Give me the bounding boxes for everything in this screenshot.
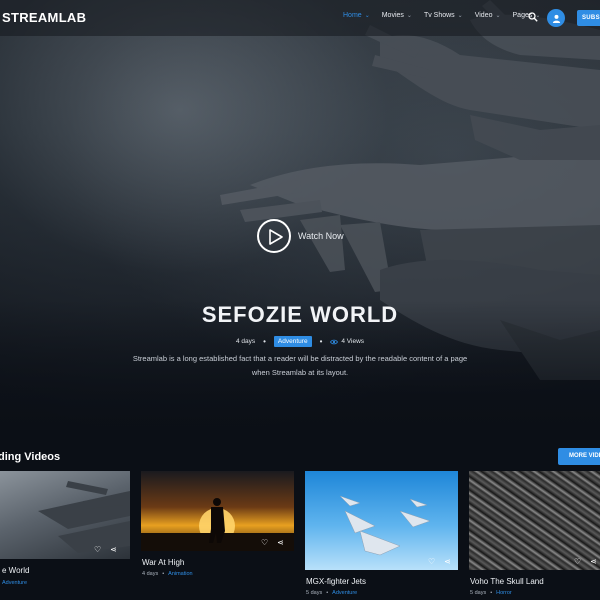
card-genre[interactable]: Adventure (2, 580, 27, 586)
chevron-down-icon: ⌄ (457, 13, 463, 19)
genre-badge[interactable]: Adventure (273, 336, 312, 347)
heart-icon[interactable]: ♡ (574, 557, 581, 566)
card-title[interactable]: MGX-fighter Jets (306, 577, 366, 586)
heart-icon[interactable]: ♡ (261, 538, 268, 547)
heart-icon[interactable]: ♡ (428, 557, 435, 566)
thumbnail-image (339, 495, 431, 556)
user-icon (552, 14, 560, 23)
section-title: ding Videos (0, 451, 61, 463)
play-icon (269, 229, 283, 245)
separator-dot: • (162, 571, 165, 577)
heart-icon[interactable]: ♡ (94, 545, 101, 554)
hero-views: 4 Views (330, 338, 364, 345)
eye-icon (330, 339, 339, 344)
user-avatar-button[interactable] (547, 9, 565, 27)
watch-now-link[interactable]: Watch Now (298, 231, 344, 241)
nav-item-tv-shows[interactable]: Tv Shows ⌄ (424, 12, 463, 19)
search-icon[interactable] (528, 12, 538, 22)
card-meta: Adventure (2, 580, 27, 586)
nav-item-label: Home (343, 12, 362, 19)
card-meta: 5 days • Horror (470, 590, 512, 596)
main-nav: Home ⌄ Movies ⌄ Tv Shows ⌄ Video ⌄ Pages… (343, 12, 552, 19)
video-thumbnail[interactable]: ♡ ⋖ (141, 471, 294, 551)
card-genre[interactable]: Horror (496, 590, 512, 596)
separator-dot: • (326, 590, 329, 596)
share-icon[interactable]: ⋖ (590, 557, 597, 566)
card-title[interactable]: e World (2, 566, 29, 575)
site-logo[interactable]: STREAMLAB (2, 10, 86, 25)
hero-title: SEFOZIE WORLD (201, 302, 399, 327)
card-genre[interactable]: Adventure (332, 590, 357, 596)
card-age: 4 days (142, 571, 159, 577)
nav-item-home[interactable]: Home ⌄ (343, 12, 370, 19)
chevron-down-icon: ⌄ (406, 13, 412, 19)
subscribe-button[interactable]: SUBSC (577, 10, 600, 26)
video-card[interactable]: ♡ ⋖ Voho The Skull Land 5 days • Horror (469, 471, 600, 600)
share-icon[interactable]: ⋖ (110, 545, 117, 554)
share-icon[interactable]: ⋖ (277, 538, 284, 547)
hero-description: Streamlab is a long established fact tha… (132, 354, 468, 377)
top-navigation-bar: STREAMLAB Home ⌄ Movies ⌄ Tv Shows ⌄ Vid… (0, 0, 600, 36)
nav-item-video[interactable]: Video ⌄ (475, 12, 501, 19)
play-button[interactable] (257, 219, 291, 253)
card-actions: ♡ ⋖ (428, 557, 451, 566)
nav-item-label: Video (474, 12, 493, 19)
separator-dot: • (319, 337, 323, 346)
video-thumbnail[interactable]: ♡ ⋖ (469, 471, 600, 570)
card-genre[interactable]: Animation (168, 571, 192, 577)
separator-dot: • (263, 337, 266, 346)
hero-meta: 4 days • Adventure • 4 Views (0, 336, 600, 347)
card-meta: 5 days • Adventure (306, 590, 357, 596)
card-title[interactable]: Voho The Skull Land (470, 577, 544, 586)
video-thumbnail[interactable]: ♡ ⋖ (0, 471, 130, 559)
more-videos-button[interactable]: MORE VIDE (558, 448, 600, 465)
views-count: 4 Views (341, 338, 365, 345)
separator-dot: • (490, 590, 493, 596)
nav-item-movies[interactable]: Movies ⌄ (382, 12, 412, 19)
video-card[interactable]: ♡ ⋖ e World Adventure (0, 471, 130, 591)
card-title[interactable]: War At High (142, 558, 184, 567)
card-meta: 4 days • Animation (142, 571, 193, 577)
video-card[interactable]: ♡ ⋖ War At High 4 days • Animation (141, 471, 294, 581)
hero-age: 4 days (235, 338, 256, 345)
video-card[interactable]: ♡ ⋖ MGX-fighter Jets 5 days • Adventure (305, 471, 458, 600)
nav-item-label: Movies (381, 12, 404, 19)
card-actions: ♡ ⋖ (261, 538, 284, 547)
card-age: 5 days (470, 590, 487, 596)
share-icon[interactable]: ⋖ (444, 557, 451, 566)
card-age: 5 days (306, 590, 323, 596)
card-actions: ♡ ⋖ (94, 545, 117, 554)
video-thumbnail[interactable]: ♡ ⋖ (305, 471, 458, 570)
nav-item-label: Tv Shows (423, 12, 455, 19)
chevron-down-icon: ⌄ (495, 13, 501, 19)
card-actions: ♡ ⋖ (574, 557, 597, 566)
chevron-down-icon: ⌄ (364, 13, 370, 19)
